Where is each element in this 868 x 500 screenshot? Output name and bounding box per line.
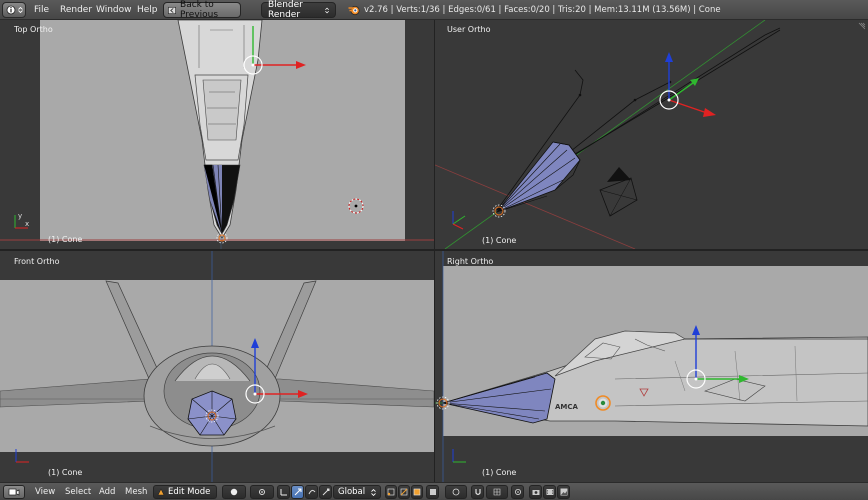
viewport-front-ortho[interactable]: Front Ortho (1) Cone <box>0 251 434 482</box>
manipulator-icon <box>280 489 287 496</box>
viewport-name: User Ortho <box>447 25 491 34</box>
manipulator-toggle[interactable] <box>277 485 290 499</box>
menu-help[interactable]: Help <box>137 3 158 17</box>
vertex-select-mode-button[interactable] <box>385 485 397 499</box>
viewport-top-ortho[interactable]: y x Top Ortho (1) Cone <box>0 20 434 249</box>
menu-file[interactable]: File <box>34 3 49 17</box>
image-icon <box>560 488 567 496</box>
translate-icon <box>294 488 301 496</box>
viewport-user-ortho[interactable]: User Ortho (1) Cone <box>435 20 868 249</box>
chevron-updown-icon <box>17 7 23 13</box>
rotate-manipulator-button[interactable] <box>305 485 318 499</box>
blender-logo-icon <box>348 5 360 16</box>
proportional-editing-select[interactable] <box>445 485 467 499</box>
scene-stats: v2.76 | Verts:1/36 | Edges:0/61 | Faces:… <box>364 5 721 15</box>
view3d-editor-icon <box>8 488 20 496</box>
viewport-object-name: (1) Cone <box>48 468 83 477</box>
snap-target-icon <box>514 489 521 495</box>
area-divider-horizontal[interactable] <box>0 249 868 251</box>
info-editor-icon <box>6 5 15 15</box>
edge-select-icon <box>400 488 408 496</box>
render-engine-label: Blender Render <box>268 0 303 20</box>
magnet-icon <box>474 489 481 496</box>
svg-text:x: x <box>25 220 29 228</box>
editor-type-view3d-button[interactable] <box>3 485 25 499</box>
area-divider-vertical[interactable] <box>434 20 435 482</box>
svg-text:y: y <box>18 212 22 220</box>
occlude-geometry-icon <box>429 489 436 495</box>
viewport-shading-select[interactable] <box>222 485 246 499</box>
scale-icon <box>322 488 329 496</box>
viewport-object-name: (1) Cone <box>482 236 517 245</box>
menu-view[interactable]: View <box>35 485 55 499</box>
mode-label: Edit Mode <box>168 487 211 497</box>
fuselage-marking: AMCA <box>555 403 579 411</box>
face-select-icon <box>413 488 421 496</box>
snap-toggle[interactable] <box>471 485 484 499</box>
back-to-previous-label: Back to Previous <box>180 0 219 20</box>
rotate-icon <box>308 489 315 495</box>
right-ortho-canvas: AMCA <box>435 251 868 482</box>
snap-target-button[interactable] <box>511 485 524 499</box>
viewport-object-name: (1) Cone <box>48 235 83 244</box>
viewport-name: Top Ortho <box>14 25 53 34</box>
chevron-updown-icon <box>325 7 329 13</box>
screen-back-icon <box>168 6 176 14</box>
menu-window[interactable]: Window <box>96 3 132 17</box>
editor-type-button[interactable] <box>2 2 26 18</box>
chevron-updown-icon <box>371 488 376 496</box>
film-icon <box>546 489 553 495</box>
transform-orientation-select[interactable]: Global <box>333 485 381 499</box>
user-ortho-canvas <box>435 20 781 249</box>
info-header: File Render Window Help Back to Previous… <box>0 0 868 20</box>
mode-select[interactable]: Edit Mode <box>153 485 217 499</box>
menu-mesh[interactable]: Mesh <box>125 485 147 499</box>
translate-manipulator-button[interactable] <box>291 485 304 499</box>
viewport-name: Right Ortho <box>447 257 494 266</box>
camera-icon <box>532 490 539 495</box>
vertex-select-icon <box>387 488 395 496</box>
snap-element-select[interactable] <box>486 485 508 499</box>
render-engine-select[interactable]: Blender Render <box>261 0 336 20</box>
snap-increment-icon <box>493 488 501 496</box>
pivot-point-select[interactable] <box>250 485 274 499</box>
proportional-edit-icon <box>452 488 460 496</box>
render-preview-button[interactable] <box>557 485 570 499</box>
face-select-mode-button[interactable] <box>411 485 423 499</box>
render-animation-button[interactable] <box>543 485 556 499</box>
menu-render[interactable]: Render <box>60 3 92 17</box>
front-ortho-canvas <box>0 251 434 482</box>
render-still-button[interactable] <box>529 485 542 499</box>
pivot-icon <box>259 489 265 495</box>
edit-mode-icon <box>157 488 165 496</box>
menu-add[interactable]: Add <box>99 485 115 499</box>
view3d-header: View Select Add Mesh Edit Mode Global <box>0 482 868 500</box>
viewport-name: Front Ortho <box>14 257 60 266</box>
back-to-previous-button[interactable]: Back to Previous <box>163 0 241 20</box>
scale-manipulator-button[interactable] <box>319 485 332 499</box>
orientation-label: Global <box>338 487 366 497</box>
solid-shading-icon <box>230 488 238 496</box>
edge-select-mode-button[interactable] <box>398 485 410 499</box>
viewport-right-ortho[interactable]: AMCA Right Ortho (1) Cone <box>435 251 868 482</box>
menu-select[interactable]: Select <box>65 485 91 499</box>
area-split-corner-icon[interactable] <box>856 22 866 32</box>
viewport-object-name: (1) Cone <box>482 468 517 477</box>
top-ortho-canvas: y x <box>0 20 434 249</box>
limit-selection-button[interactable] <box>426 485 439 499</box>
